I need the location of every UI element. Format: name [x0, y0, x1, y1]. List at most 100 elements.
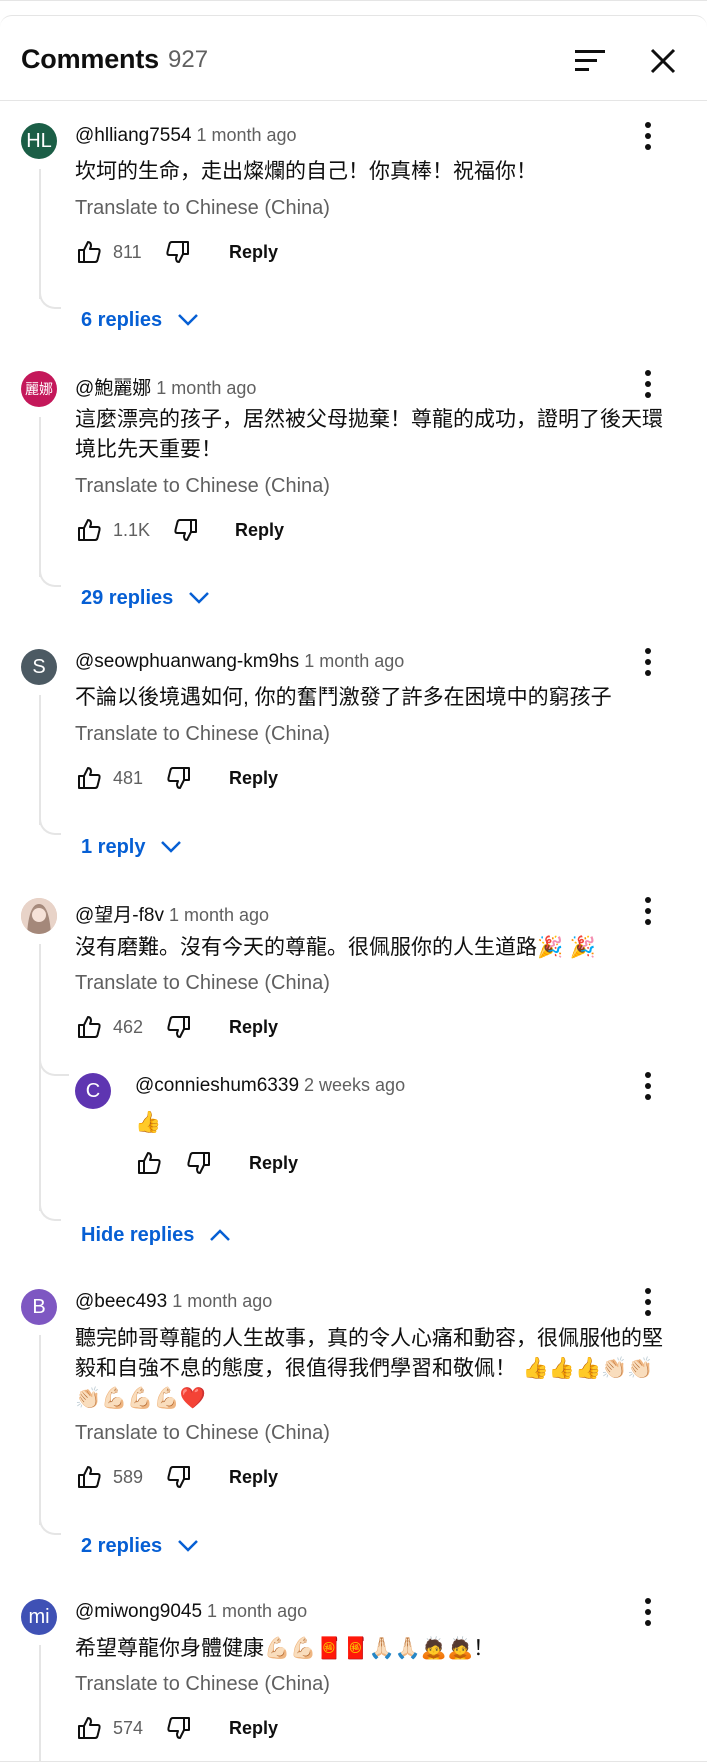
thread-connector: [39, 1199, 61, 1221]
dislike-icon[interactable]: [164, 238, 192, 266]
thread-connector: [39, 813, 61, 835]
comment-actions: [135, 1148, 213, 1178]
view-replies-button[interactable]: 29 replies: [81, 586, 211, 610]
avatar[interactable]: B: [21, 1289, 57, 1325]
more-options-icon[interactable]: [636, 645, 660, 679]
more-options-icon[interactable]: [636, 894, 660, 928]
dislike-icon[interactable]: [165, 1463, 193, 1491]
reply-button[interactable]: Reply: [249, 1153, 298, 1174]
thread-line: [39, 944, 41, 1211]
comment-actions: 481: [75, 763, 193, 793]
chevron-down-icon: [178, 314, 199, 326]
timestamp[interactable]: 2 weeks ago: [304, 1075, 405, 1095]
more-options-icon[interactable]: [636, 1595, 660, 1629]
comment-actions: 1.1K: [75, 515, 200, 545]
like-count: 589: [113, 1466, 144, 1487]
dislike-icon[interactable]: [185, 1149, 213, 1177]
author-handle[interactable]: @seowphuanwang-km9hs: [75, 651, 299, 672]
replies-label: Hide replies: [81, 1223, 195, 1246]
like-count: 1.1K: [113, 519, 151, 540]
reply-button[interactable]: Reply: [229, 768, 278, 789]
comment-meta: @hlliang7554 1 month ago: [75, 125, 297, 147]
timestamp[interactable]: 1 month ago: [197, 125, 297, 145]
thread-connector: [39, 287, 61, 309]
more-options-icon[interactable]: [636, 367, 660, 401]
timestamp[interactable]: 1 month ago: [304, 651, 404, 671]
like-icon[interactable]: [75, 1463, 103, 1491]
thread-line: [39, 1645, 41, 1762]
chevron-up-icon: [210, 1229, 231, 1241]
like-icon[interactable]: [75, 1013, 103, 1041]
reply-button[interactable]: Reply: [235, 520, 284, 541]
replies-label: 6 replies: [81, 308, 163, 331]
avatar[interactable]: [21, 898, 57, 934]
more-options-icon[interactable]: [636, 119, 660, 153]
chevron-down-icon: [189, 592, 210, 604]
translate-link[interactable]: Translate to Chinese (China): [75, 1422, 330, 1445]
comment-actions: 811: [75, 237, 192, 267]
sort-icon[interactable]: [573, 44, 607, 78]
avatar-initials: S: [32, 655, 46, 678]
dislike-icon[interactable]: [165, 1013, 193, 1041]
profile-photo-icon: [21, 898, 57, 934]
comment-actions: 462: [75, 1012, 193, 1042]
author-handle[interactable]: @beec493: [75, 1291, 167, 1312]
more-options-icon[interactable]: [636, 1069, 660, 1103]
author-handle[interactable]: @hlliang7554: [75, 125, 192, 146]
like-icon[interactable]: [75, 764, 103, 792]
avatar-initials: HL: [26, 129, 52, 152]
timestamp[interactable]: 1 month ago: [172, 1291, 272, 1311]
avatar-initials: 麗娜: [25, 381, 53, 397]
author-handle[interactable]: @miwong9045: [75, 1601, 202, 1622]
close-icon[interactable]: [646, 44, 680, 78]
view-replies-button[interactable]: 6 replies: [81, 308, 200, 332]
like-icon[interactable]: [75, 238, 103, 266]
chevron-down-icon: [161, 841, 182, 853]
comment-text: 不論以後境遇如何, 你的奮鬥激發了許多在困境中的窮孩子: [75, 686, 612, 709]
dislike-icon[interactable]: [165, 764, 193, 792]
comment-meta: @seowphuanwang-km9hs 1 month ago: [75, 651, 404, 673]
like-icon[interactable]: [135, 1149, 163, 1177]
translate-link[interactable]: Translate to Chinese (China): [75, 475, 330, 498]
like-count: 811: [113, 241, 142, 262]
author-handle[interactable]: @鮑麗娜: [75, 378, 151, 399]
reply-button[interactable]: Reply: [229, 1718, 278, 1739]
comments-panel: Comments 927 HL @hlliang7554 1 month ago …: [0, 0, 707, 1762]
thread-connector: [39, 1054, 69, 1076]
comment-meta: @connieshum6339 2 weeks ago: [135, 1075, 405, 1097]
more-options-icon[interactable]: [636, 1285, 660, 1319]
translate-link[interactable]: Translate to Chinese (China): [75, 1673, 330, 1696]
timestamp[interactable]: 1 month ago: [207, 1601, 307, 1621]
comment-text: 坎坷的生命，走出燦爛的自己！你真棒！祝福你！: [75, 160, 537, 183]
avatar[interactable]: C: [75, 1073, 111, 1109]
avatar[interactable]: mi: [21, 1599, 57, 1635]
avatar[interactable]: 麗娜: [21, 371, 57, 407]
reply-button[interactable]: Reply: [229, 242, 278, 263]
dislike-icon[interactable]: [165, 1714, 193, 1742]
like-icon[interactable]: [75, 516, 103, 544]
comment-meta: @beec493 1 month ago: [75, 1291, 272, 1313]
thread-line: [39, 695, 41, 825]
replies-label: 1 reply: [81, 835, 146, 858]
avatar[interactable]: HL: [21, 123, 57, 159]
comment-meta: @miwong9045 1 month ago: [75, 1601, 307, 1623]
timestamp[interactable]: 1 month ago: [156, 378, 256, 398]
comment-actions: 574: [75, 1713, 193, 1743]
view-replies-button[interactable]: 1 reply: [81, 835, 183, 859]
dislike-icon[interactable]: [172, 516, 200, 544]
translate-link[interactable]: Translate to Chinese (China): [75, 723, 330, 746]
translate-link[interactable]: Translate to Chinese (China): [75, 972, 330, 995]
timestamp[interactable]: 1 month ago: [169, 905, 269, 925]
author-handle[interactable]: @望月-f8v: [75, 905, 164, 926]
translate-link[interactable]: Translate to Chinese (China): [75, 197, 330, 220]
comment-meta: @望月-f8v 1 month ago: [75, 900, 269, 927]
view-replies-button[interactable]: 2 replies: [81, 1534, 200, 1558]
reply-button[interactable]: Reply: [229, 1017, 278, 1038]
comment-meta: @鮑麗娜 1 month ago: [75, 373, 256, 400]
like-icon[interactable]: [75, 1714, 103, 1742]
hide-replies-button[interactable]: Hide replies: [81, 1223, 232, 1247]
avatar[interactable]: S: [21, 649, 57, 685]
author-handle[interactable]: @connieshum6339: [135, 1075, 299, 1096]
avatar-initials: mi: [28, 1605, 50, 1628]
reply-button[interactable]: Reply: [229, 1467, 278, 1488]
